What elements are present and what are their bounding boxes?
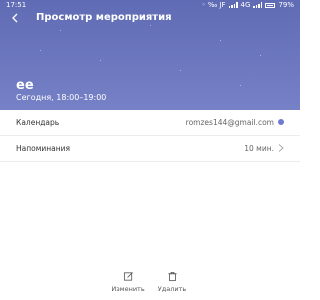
chevron-right-icon	[278, 144, 284, 152]
edit-button[interactable]: Изменить	[108, 271, 148, 299]
header-decoration	[100, 60, 101, 61]
header-decoration	[180, 70, 181, 71]
reminders-value: 10 мин.	[244, 144, 274, 153]
back-button[interactable]	[8, 11, 22, 25]
divider	[0, 161, 300, 162]
status-indicators: ◦ ‰ JF 4G 79%	[201, 0, 294, 10]
calendar-account: romzes144@gmail.com	[185, 118, 274, 127]
edit-label: Изменить	[111, 285, 145, 293]
battery-icon	[265, 2, 276, 8]
trash-icon	[167, 271, 177, 282]
edit-icon	[123, 272, 133, 281]
calendar-row[interactable]: Календарь romzes144@gmail.com	[0, 110, 300, 135]
reminders-label: Напоминания	[16, 144, 71, 153]
page-title: Просмотр мероприятия	[36, 12, 172, 23]
status-bar: 17:51 ◦ ‰ JF 4G 79%	[0, 0, 300, 10]
header-decoration	[60, 30, 61, 31]
status-extra: ◦ ‰ JF	[201, 1, 226, 9]
chevron-left-icon	[12, 13, 18, 23]
signal-icon	[228, 2, 238, 8]
calendar-label: Календарь	[16, 118, 60, 127]
header-decoration	[40, 50, 41, 51]
status-time: 17:51	[6, 1, 27, 9]
event-header: 17:51 ◦ ‰ JF 4G 79% Просмотр мероприятия…	[0, 0, 300, 115]
event-datetime: Сегодня, 18:00–19:00	[16, 93, 107, 102]
signal-strength-icon	[253, 2, 263, 8]
calendar-color-dot	[278, 119, 284, 125]
delete-label: Удалить	[157, 285, 187, 293]
battery-level: 79%	[278, 1, 294, 9]
reminders-row[interactable]: Напоминания 10 мин.	[0, 136, 300, 161]
header-decoration	[260, 55, 261, 56]
header-decoration	[220, 40, 221, 41]
network-type: 4G	[240, 1, 251, 9]
delete-button[interactable]: Удалить	[152, 271, 192, 299]
bottom-action-bar: Изменить Удалить	[0, 268, 300, 300]
header-decoration	[240, 85, 241, 86]
event-title: ee	[16, 78, 34, 93]
